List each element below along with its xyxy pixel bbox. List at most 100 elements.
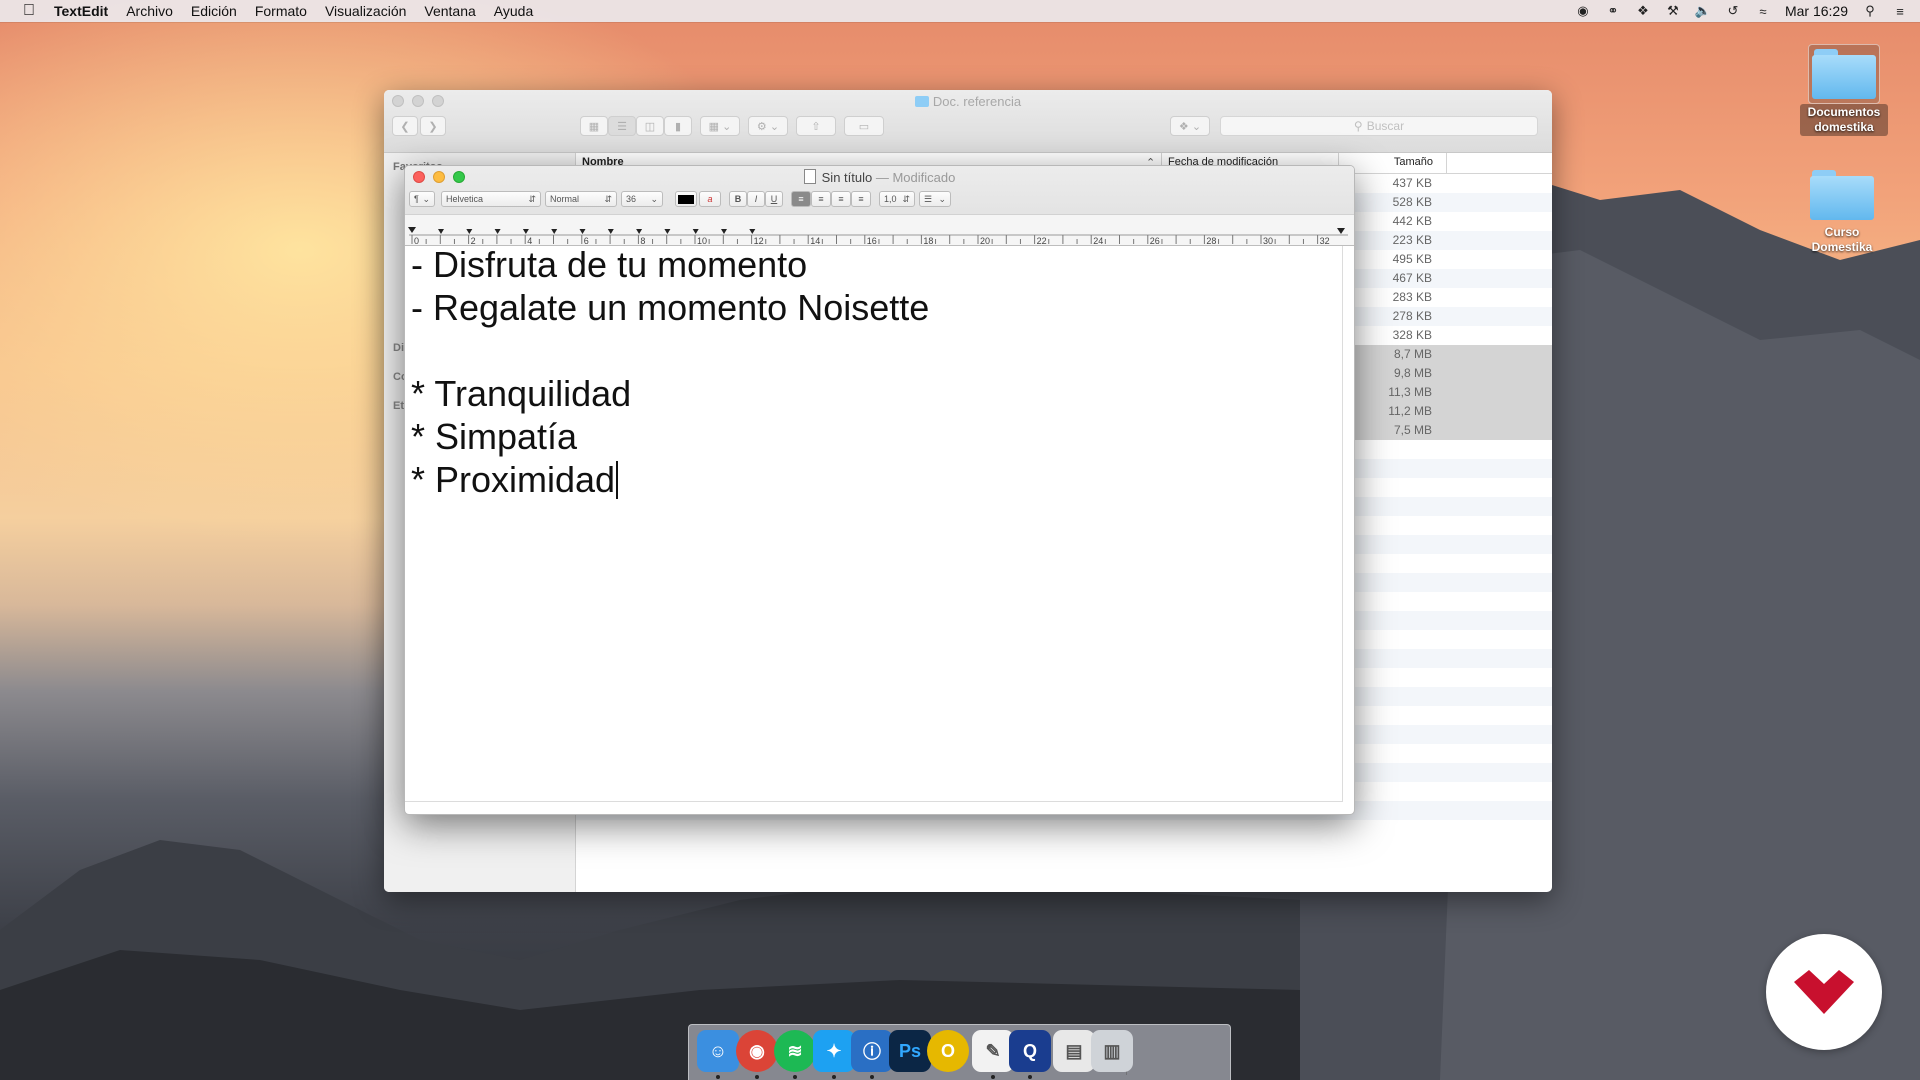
- menu-app-name[interactable]: TextEdit: [54, 3, 108, 19]
- running-indicator: [870, 1075, 874, 1079]
- arrange-button[interactable]: ▦ ⌄: [700, 116, 740, 136]
- view-coverflow-button[interactable]: ▮: [664, 116, 692, 136]
- sidebar-fragment[interactable]: Et: [393, 400, 404, 412]
- font-style-popup[interactable]: Normal ⇵: [545, 191, 617, 207]
- menu-ventana[interactable]: Ventana: [424, 3, 475, 19]
- trash-icon[interactable]: ▥: [1091, 1030, 1133, 1072]
- desktop-folder-curso[interactable]: Curso Domestika: [1792, 170, 1892, 256]
- text-color-well[interactable]: [675, 191, 697, 207]
- tab-stop-marker[interactable]: [494, 229, 501, 234]
- textedit-toolbar: Sin título — Modificado ¶ ⌄ Helvetica ⇵ No…: [405, 166, 1354, 246]
- align-right-button[interactable]: ≡: [831, 191, 851, 207]
- menu-visualizacion[interactable]: Visualización: [325, 3, 406, 19]
- sidebar-fragment[interactable]: Di: [393, 342, 404, 354]
- align-center-button[interactable]: ≡: [811, 191, 831, 207]
- clock[interactable]: Mar 16:29: [1785, 3, 1848, 19]
- list-bullets-popup[interactable]: ☰ ⌄: [919, 191, 951, 207]
- time-machine-icon[interactable]: ↺: [1725, 3, 1741, 18]
- domestika-logo-mark: [1794, 970, 1854, 1014]
- spotify-icon[interactable]: ≋: [774, 1030, 816, 1072]
- apple-menu-icon[interactable]: : [20, 2, 38, 20]
- volume-icon[interactable]: 🔈: [1695, 3, 1711, 18]
- ruler-label: 26: [1150, 236, 1160, 245]
- align-left-button[interactable]: ≡: [791, 191, 811, 207]
- finder-toolbar: Doc. referencia ❮ ❯ ▦ ☰ ◫ ▮ ▦ ⌄ ⚙ ⌄ ⇧ ▭ …: [384, 90, 1552, 153]
- textedit-icon[interactable]: ✎: [972, 1030, 1014, 1072]
- line-spacing-popup[interactable]: 1,0 ⇵: [879, 191, 915, 207]
- finder-icon[interactable]: ☺: [697, 1030, 739, 1072]
- right-margin-marker[interactable]: [1337, 228, 1345, 234]
- tab-stop-marker[interactable]: [438, 229, 444, 234]
- record-icon[interactable]: ◉: [1575, 3, 1591, 18]
- dropbox-icon: ❖ ⌄: [1178, 120, 1202, 133]
- share-icon: ⇧: [811, 120, 821, 133]
- creative-cloud-icon[interactable]: ⚭: [1605, 3, 1621, 18]
- ruler-label: 30: [1263, 236, 1273, 245]
- twitter-icon[interactable]: ✦: [813, 1030, 855, 1072]
- columns-icon: ◫: [644, 120, 656, 133]
- dropbox-button[interactable]: ❖ ⌄: [1170, 116, 1210, 136]
- ruler-label: 14: [810, 236, 820, 245]
- view-columns-button[interactable]: ◫: [636, 116, 664, 136]
- highlight-color-well[interactable]: a: [699, 191, 721, 207]
- desktop-icon-label: Curso Domestika: [1811, 225, 1873, 254]
- forward-button[interactable]: ❯: [420, 116, 446, 136]
- tab-stop-marker[interactable]: [664, 229, 671, 234]
- share-button[interactable]: ⇧: [796, 116, 836, 136]
- align-right-icon: ≡: [838, 194, 844, 204]
- tab-stop-marker[interactable]: [522, 229, 529, 234]
- chevron-left-icon: ❮: [400, 120, 410, 133]
- left-indent-marker[interactable]: [408, 227, 416, 233]
- tab-stop-marker[interactable]: [692, 229, 699, 234]
- menu-archivo[interactable]: Archivo: [126, 3, 173, 19]
- text-area[interactable]: - Disfruta de tu momento - Regalate un m…: [405, 244, 1343, 802]
- finder-search-input[interactable]: ⚲ Buscar: [1220, 116, 1538, 136]
- ruler-label: 16: [867, 236, 877, 245]
- chevron-down-icon: ⌄: [938, 193, 946, 204]
- photoshop-icon[interactable]: Ps: [889, 1030, 931, 1072]
- dropbox-icon[interactable]: ❖: [1635, 3, 1651, 18]
- tag-icon: ▭: [858, 120, 870, 133]
- view-icons-button[interactable]: ▦: [580, 116, 608, 136]
- tab-stop-marker[interactable]: [636, 229, 643, 234]
- opera-icon[interactable]: O: [927, 1030, 969, 1072]
- menu-edicion[interactable]: Edición: [191, 3, 237, 19]
- ruler[interactable]: 0 2 4 6 8 10 12 14 16 18 20 22 24 26 28 30 32: [405, 214, 1354, 245]
- ruler-label: 32: [1320, 236, 1330, 245]
- align-justify-icon: ≡: [858, 194, 864, 204]
- bold-button[interactable]: B: [729, 191, 747, 207]
- folder-icon: [914, 96, 929, 107]
- wrench-icon[interactable]: ⚒: [1665, 3, 1681, 18]
- tab-stop-marker[interactable]: [749, 229, 756, 234]
- italic-button[interactable]: I: [747, 191, 765, 207]
- font-family-popup[interactable]: Helvetica ⇵: [441, 191, 541, 207]
- font-size-field[interactable]: 36 ⌄: [621, 191, 663, 207]
- align-justify-button[interactable]: ≡: [851, 191, 871, 207]
- menu-formato[interactable]: Formato: [255, 3, 307, 19]
- tab-stop-marker[interactable]: [466, 229, 473, 234]
- tab-stop-marker[interactable]: [607, 229, 614, 234]
- tags-button[interactable]: ▭: [844, 116, 884, 136]
- underline-button[interactable]: U: [765, 191, 783, 207]
- preview-icon[interactable]: ▤: [1053, 1030, 1095, 1072]
- tab-stop-marker[interactable]: [551, 229, 558, 234]
- paragraph-styles-popup[interactable]: ¶ ⌄: [409, 191, 435, 207]
- tab-stop-marker[interactable]: [721, 229, 727, 234]
- column-size[interactable]: Tamaño: [1341, 156, 1433, 168]
- 1password-icon[interactable]: ⓘ: [851, 1030, 893, 1072]
- search-icon[interactable]: ⚲: [1862, 3, 1878, 18]
- back-button[interactable]: ❮: [392, 116, 418, 136]
- quicktime-icon[interactable]: Q: [1009, 1030, 1051, 1072]
- chrome-icon[interactable]: ◉: [736, 1030, 778, 1072]
- menu-ayuda[interactable]: Ayuda: [494, 3, 533, 19]
- desktop-folder-documentos[interactable]: Documentos domestika: [1794, 44, 1894, 136]
- dock: ☺ ◉ ≋ ✦ ⓘ Ps O ✎ Q ▤ ▥: [688, 1024, 1231, 1080]
- wifi-icon[interactable]: ≈: [1755, 4, 1771, 19]
- ruler-scale: 0 2 4 6 8 10 12 14 16 18 20 22 24 26 28 30 32: [408, 227, 1348, 245]
- list-icon[interactable]: ≡: [1892, 4, 1908, 19]
- action-button[interactable]: ⚙ ⌄: [748, 116, 788, 136]
- align-center-icon: ≡: [818, 194, 824, 204]
- tab-stop-marker[interactable]: [579, 229, 586, 234]
- view-list-button[interactable]: ☰: [608, 116, 636, 136]
- selection-highlight: [1808, 44, 1880, 104]
